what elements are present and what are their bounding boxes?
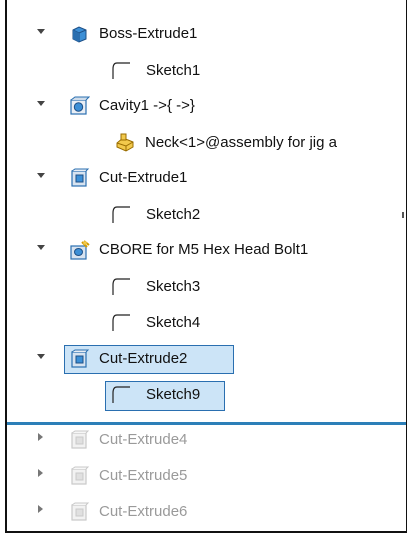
tree-item-label: Cut-Extrude4 bbox=[99, 431, 188, 448]
tree-item-cut-extrude6[interactable]: Cut-Extrude6 bbox=[7, 495, 406, 529]
expand-arrow-icon[interactable] bbox=[37, 101, 45, 106]
tree-item-label: Cut-Extrude2 bbox=[99, 350, 188, 367]
tree-item-label: Boss-Extrude1 bbox=[99, 25, 198, 42]
sketch-icon bbox=[110, 313, 132, 333]
panel-edge-mark bbox=[402, 212, 404, 218]
tree-item-label: Sketch4 bbox=[146, 314, 201, 331]
expand-arrow-icon[interactable] bbox=[37, 354, 45, 359]
tree-item-sketch3[interactable]: Sketch3 bbox=[7, 270, 406, 304]
tree-item-cbore-hex-bolt[interactable]: CBORE for M5 Hex Head Bolt1 bbox=[7, 233, 406, 267]
tree-item-label: CBORE for M5 Hex Head Bolt1 bbox=[99, 241, 309, 258]
cut-extrude-icon bbox=[68, 429, 90, 451]
cut-extrude-icon bbox=[68, 465, 90, 487]
tree-item-sketch4[interactable]: Sketch4 bbox=[7, 306, 406, 340]
tree-item-label: Sketch3 bbox=[146, 278, 201, 295]
collapse-arrow-icon[interactable] bbox=[38, 433, 43, 441]
expand-arrow-icon[interactable] bbox=[37, 173, 45, 178]
collapse-arrow-icon[interactable] bbox=[38, 505, 43, 513]
tree-item-label: Neck<1>@assembly for jig a bbox=[145, 134, 337, 151]
sketch-icon bbox=[110, 205, 132, 225]
tree-item-neck-reference[interactable]: Neck<1>@assembly for jig a bbox=[7, 126, 406, 160]
tree-item-label: Cavity1 ->{ ->} bbox=[99, 97, 195, 114]
tree-item-sketch9[interactable]: Sketch9 bbox=[7, 378, 406, 412]
hole-wizard-icon bbox=[68, 239, 90, 261]
cavity-icon bbox=[68, 95, 91, 117]
tree-item-cut-extrude1[interactable]: Cut-Extrude1 bbox=[7, 161, 406, 195]
tree-item-cut-extrude4[interactable]: Cut-Extrude4 bbox=[7, 423, 406, 457]
tree-item-boss-extrude1[interactable]: Boss-Extrude1 bbox=[7, 17, 406, 51]
cut-extrude-icon bbox=[68, 501, 90, 523]
tree-item-cavity1[interactable]: Cavity1 ->{ ->} bbox=[7, 89, 406, 123]
boss-extrude-icon bbox=[68, 23, 90, 45]
tree-item-label: Cut-Extrude6 bbox=[99, 503, 188, 520]
collapse-arrow-icon[interactable] bbox=[38, 469, 43, 477]
sketch-icon bbox=[110, 385, 132, 405]
expand-arrow-icon[interactable] bbox=[37, 245, 45, 250]
tree-item-label: Sketch2 bbox=[146, 206, 201, 223]
tree-item-sketch2[interactable]: Sketch2 bbox=[7, 198, 406, 232]
feature-tree-panel: Boss-Extrude1 Sketch1 Cavity1 ->{ ->} Ne… bbox=[5, 0, 407, 533]
cut-extrude-icon bbox=[68, 348, 90, 370]
sketch-icon bbox=[110, 277, 132, 297]
tree-item-label: Cut-Extrude1 bbox=[99, 169, 188, 186]
tree-item-cut-extrude2[interactable]: Cut-Extrude2 bbox=[7, 342, 406, 376]
tree-item-label: Cut-Extrude5 bbox=[99, 467, 188, 484]
sketch-icon bbox=[110, 61, 132, 81]
part-reference-icon bbox=[114, 132, 136, 154]
tree-item-label: Sketch1 bbox=[146, 62, 201, 79]
cut-extrude-icon bbox=[68, 167, 90, 189]
tree-item-label: Sketch9 bbox=[146, 386, 201, 403]
expand-arrow-icon[interactable] bbox=[37, 29, 45, 34]
tree-item-cut-extrude5[interactable]: Cut-Extrude5 bbox=[7, 459, 406, 493]
tree-item-sketch1[interactable]: Sketch1 bbox=[7, 54, 406, 88]
